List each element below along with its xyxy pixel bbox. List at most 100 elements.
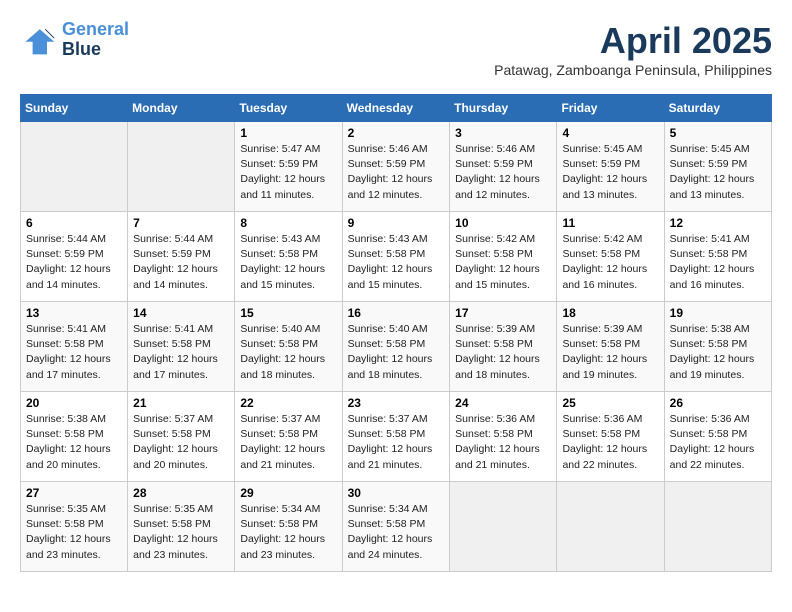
calendar-week-1: 1 Sunrise: 5:47 AM Sunset: 5:59 PM Daylig… — [21, 122, 772, 212]
day-info: Sunrise: 5:39 AM Sunset: 5:58 PM Dayligh… — [455, 322, 551, 383]
calendar-cell: 18Sunrise: 5:39 AM Sunset: 5:58 PM Dayli… — [557, 302, 664, 392]
calendar-cell: 26 Sunrise: 5:36 AM Sunset: 5:58 PM Dayli… — [664, 392, 771, 482]
column-header-sunday: Sunday — [21, 95, 128, 122]
month-title: April 2025 — [494, 20, 772, 62]
calendar-cell — [128, 122, 235, 212]
day-info: Sunrise: 5:41 AM Sunset: 5:58 PM Dayligh… — [670, 232, 766, 293]
calendar-cell: 8Sunrise: 5:43 AM Sunset: 5:58 PM Daylig… — [235, 212, 342, 302]
day-number: 1 — [240, 126, 336, 140]
day-number: 5 — [670, 126, 766, 140]
day-info: Sunrise: 5:36 AM Sunset: 5:58 PM Dayligh… — [455, 412, 551, 473]
calendar-week-2: 6 Sunrise: 5:44 AM Sunset: 5:59 PM Daylig… — [21, 212, 772, 302]
day-info: Sunrise: 5:40 AM Sunset: 5:58 PM Dayligh… — [348, 322, 445, 383]
calendar-cell: 27 Sunrise: 5:35 AM Sunset: 5:58 PM Dayli… — [21, 482, 128, 572]
day-number: 29 — [240, 486, 336, 500]
day-number: 15 — [240, 306, 336, 320]
calendar-cell: 20 Sunrise: 5:38 AM Sunset: 5:58 PM Dayli… — [21, 392, 128, 482]
calendar-cell: 15Sunrise: 5:40 AM Sunset: 5:58 PM Dayli… — [235, 302, 342, 392]
day-info: Sunrise: 5:41 AM Sunset: 5:58 PM Dayligh… — [26, 322, 122, 383]
calendar-cell — [450, 482, 557, 572]
day-number: 22 — [240, 396, 336, 410]
day-info: Sunrise: 5:38 AM Sunset: 5:58 PM Dayligh… — [670, 322, 766, 383]
day-info: Sunrise: 5:43 AM Sunset: 5:58 PM Dayligh… — [240, 232, 336, 293]
calendar-cell: 21 Sunrise: 5:37 AM Sunset: 5:58 PM Dayli… — [128, 392, 235, 482]
day-info: Sunrise: 5:46 AM Sunset: 5:59 PM Dayligh… — [348, 142, 445, 203]
day-info: Sunrise: 5:36 AM Sunset: 5:58 PM Dayligh… — [670, 412, 766, 473]
day-info: Sunrise: 5:43 AM Sunset: 5:58 PM Dayligh… — [348, 232, 445, 293]
day-number: 17 — [455, 306, 551, 320]
calendar-cell: 11Sunrise: 5:42 AM Sunset: 5:58 PM Dayli… — [557, 212, 664, 302]
calendar-cell: 12 Sunrise: 5:41 AM Sunset: 5:58 PM Dayli… — [664, 212, 771, 302]
day-number: 23 — [348, 396, 445, 410]
day-number: 6 — [26, 216, 122, 230]
day-number: 10 — [455, 216, 551, 230]
calendar-cell: 4 Sunrise: 5:45 AM Sunset: 5:59 PM Daylig… — [557, 122, 664, 212]
column-header-friday: Friday — [557, 95, 664, 122]
day-number: 7 — [133, 216, 229, 230]
day-info: Sunrise: 5:45 AM Sunset: 5:59 PM Dayligh… — [562, 142, 658, 203]
day-number: 30 — [348, 486, 445, 500]
calendar-cell: 25 Sunrise: 5:36 AM Sunset: 5:58 PM Dayli… — [557, 392, 664, 482]
day-number: 9 — [348, 216, 445, 230]
day-number: 13 — [26, 306, 122, 320]
day-info: Sunrise: 5:36 AM Sunset: 5:58 PM Dayligh… — [562, 412, 658, 473]
day-info: Sunrise: 5:35 AM Sunset: 5:58 PM Dayligh… — [26, 502, 122, 563]
calendar-cell: 30 Sunrise: 5:34 AM Sunset: 5:58 PM Dayli… — [342, 482, 450, 572]
calendar-cell: 29 Sunrise: 5:34 AM Sunset: 5:58 PM Dayli… — [235, 482, 342, 572]
logo-icon — [20, 22, 56, 58]
calendar-cell: 2 Sunrise: 5:46 AM Sunset: 5:59 PM Daylig… — [342, 122, 450, 212]
day-info: Sunrise: 5:44 AM Sunset: 5:59 PM Dayligh… — [133, 232, 229, 293]
column-header-monday: Monday — [128, 95, 235, 122]
calendar-cell: 6 Sunrise: 5:44 AM Sunset: 5:59 PM Daylig… — [21, 212, 128, 302]
calendar-body: 1 Sunrise: 5:47 AM Sunset: 5:59 PM Daylig… — [21, 122, 772, 572]
day-info: Sunrise: 5:41 AM Sunset: 5:58 PM Dayligh… — [133, 322, 229, 383]
day-number: 11 — [562, 216, 658, 230]
logo-text: General Blue — [62, 20, 129, 60]
column-header-thursday: Thursday — [450, 95, 557, 122]
day-info: Sunrise: 5:37 AM Sunset: 5:58 PM Dayligh… — [240, 412, 336, 473]
day-number: 21 — [133, 396, 229, 410]
day-number: 26 — [670, 396, 766, 410]
calendar-header-row: SundayMondayTuesdayWednesdayThursdayFrid… — [21, 95, 772, 122]
day-info: Sunrise: 5:34 AM Sunset: 5:58 PM Dayligh… — [240, 502, 336, 563]
day-number: 25 — [562, 396, 658, 410]
day-info: Sunrise: 5:38 AM Sunset: 5:58 PM Dayligh… — [26, 412, 122, 473]
calendar-cell: 7 Sunrise: 5:44 AM Sunset: 5:59 PM Daylig… — [128, 212, 235, 302]
calendar-cell: 3Sunrise: 5:46 AM Sunset: 5:59 PM Daylig… — [450, 122, 557, 212]
calendar-cell: 19 Sunrise: 5:38 AM Sunset: 5:58 PM Dayli… — [664, 302, 771, 392]
day-info: Sunrise: 5:47 AM Sunset: 5:59 PM Dayligh… — [240, 142, 336, 203]
calendar-cell: 22 Sunrise: 5:37 AM Sunset: 5:58 PM Dayli… — [235, 392, 342, 482]
calendar-cell — [664, 482, 771, 572]
day-info: Sunrise: 5:44 AM Sunset: 5:59 PM Dayligh… — [26, 232, 122, 293]
day-info: Sunrise: 5:34 AM Sunset: 5:58 PM Dayligh… — [348, 502, 445, 563]
title-block: April 2025 Patawag, Zamboanga Peninsula,… — [494, 20, 772, 78]
logo: General Blue — [20, 20, 129, 60]
day-number: 27 — [26, 486, 122, 500]
column-header-wednesday: Wednesday — [342, 95, 450, 122]
day-number: 24 — [455, 396, 551, 410]
day-info: Sunrise: 5:37 AM Sunset: 5:58 PM Dayligh… — [348, 412, 445, 473]
calendar-cell: 9 Sunrise: 5:43 AM Sunset: 5:58 PM Daylig… — [342, 212, 450, 302]
calendar-cell: 24 Sunrise: 5:36 AM Sunset: 5:58 PM Dayli… — [450, 392, 557, 482]
day-info: Sunrise: 5:35 AM Sunset: 5:58 PM Dayligh… — [133, 502, 229, 563]
calendar-cell: 17 Sunrise: 5:39 AM Sunset: 5:58 PM Dayli… — [450, 302, 557, 392]
calendar-week-3: 13 Sunrise: 5:41 AM Sunset: 5:58 PM Dayli… — [21, 302, 772, 392]
day-number: 28 — [133, 486, 229, 500]
day-number: 20 — [26, 396, 122, 410]
calendar-cell: 23 Sunrise: 5:37 AM Sunset: 5:58 PM Dayli… — [342, 392, 450, 482]
day-number: 19 — [670, 306, 766, 320]
day-number: 2 — [348, 126, 445, 140]
day-number: 4 — [562, 126, 658, 140]
day-info: Sunrise: 5:39 AM Sunset: 5:58 PM Dayligh… — [562, 322, 658, 383]
day-number: 14 — [133, 306, 229, 320]
calendar-cell — [557, 482, 664, 572]
day-info: Sunrise: 5:37 AM Sunset: 5:58 PM Dayligh… — [133, 412, 229, 473]
column-header-saturday: Saturday — [664, 95, 771, 122]
calendar-week-5: 27 Sunrise: 5:35 AM Sunset: 5:58 PM Dayli… — [21, 482, 772, 572]
calendar-week-4: 20 Sunrise: 5:38 AM Sunset: 5:58 PM Dayli… — [21, 392, 772, 482]
day-number: 12 — [670, 216, 766, 230]
calendar-cell: 13 Sunrise: 5:41 AM Sunset: 5:58 PM Dayli… — [21, 302, 128, 392]
calendar-table: SundayMondayTuesdayWednesdayThursdayFrid… — [20, 94, 772, 572]
calendar-cell: 14 Sunrise: 5:41 AM Sunset: 5:58 PM Dayli… — [128, 302, 235, 392]
day-info: Sunrise: 5:45 AM Sunset: 5:59 PM Dayligh… — [670, 142, 766, 203]
